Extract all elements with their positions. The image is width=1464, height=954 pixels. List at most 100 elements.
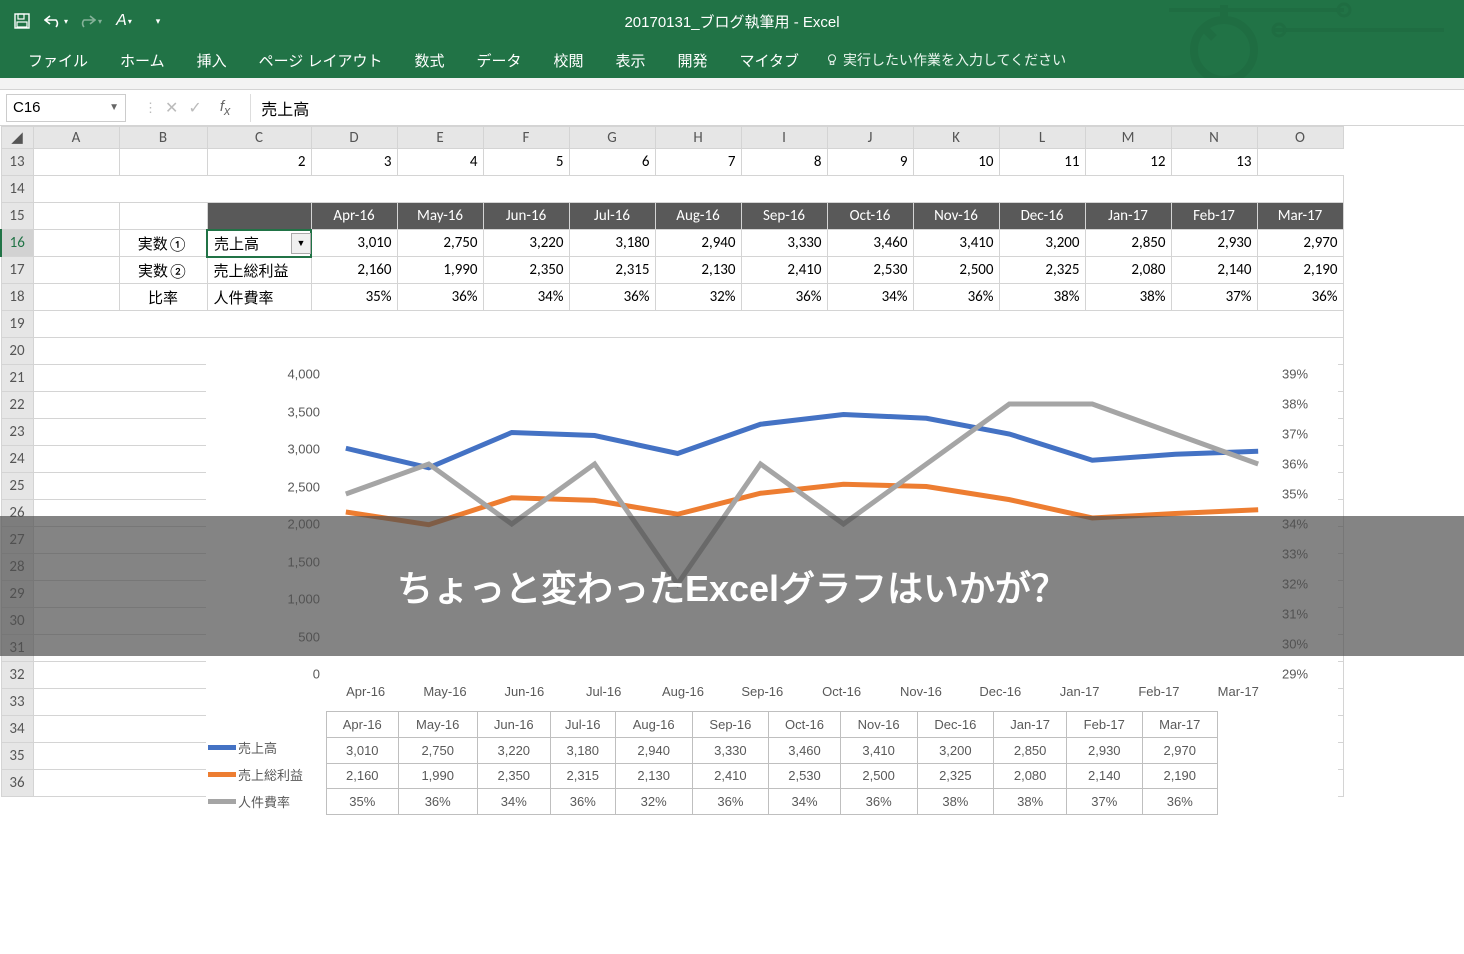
y-right-tick: 36% [1282, 457, 1322, 472]
col-header-E[interactable]: E [397, 127, 483, 149]
x-category: Oct-16 [802, 684, 881, 699]
col-header-C[interactable]: C [207, 127, 311, 149]
tab-developer[interactable]: 開発 [662, 42, 724, 79]
chart-table-cell: 2,160 [327, 763, 399, 789]
row-header-20[interactable]: 20 [1, 338, 33, 365]
row-header-13[interactable]: 13 [1, 149, 33, 176]
x-category: Jun-16 [485, 684, 564, 699]
chart-table-cell: 3,220 [477, 737, 550, 763]
row-header-19[interactable]: 19 [1, 311, 33, 338]
chart-table-cell: 3,330 [692, 737, 769, 763]
row-header-36[interactable]: 36 [1, 770, 33, 797]
dots-icon: ⋮ [144, 100, 155, 116]
tab-insert[interactable]: 挿入 [181, 42, 243, 79]
worksheet-grid[interactable]: ◢ A B C D E F G H I J K L M N O 13 23456… [0, 126, 1464, 797]
tab-home[interactable]: ホーム [104, 42, 181, 79]
cell-C16-selected[interactable]: 売上高▼ [207, 230, 311, 257]
row-18[interactable]: 18 比率人件費率 35%36%34%36%32%36%34%36%38%38%… [1, 284, 1343, 311]
col-header-L[interactable]: L [999, 127, 1085, 149]
quick-access-toolbar: ▾ ▾ A▾ ▾ [8, 7, 172, 35]
col-header-B[interactable]: B [119, 127, 207, 149]
tab-formulas[interactable]: 数式 [398, 42, 460, 79]
col-header-M[interactable]: M [1085, 127, 1171, 149]
chart-table-header: Sep-16 [692, 712, 769, 738]
tab-file[interactable]: ファイル [12, 42, 104, 79]
tell-me-search[interactable]: 実行したい作業を入力してください [825, 50, 1066, 70]
row-header-35[interactable]: 35 [1, 743, 33, 770]
redo-button[interactable]: ▾ [76, 7, 104, 35]
row-header-14[interactable]: 14 [1, 176, 33, 203]
x-category: Mar-17 [1199, 684, 1278, 699]
tell-me-placeholder: 実行したい作業を入力してください [843, 50, 1066, 70]
tab-data[interactable]: データ [460, 42, 537, 79]
row-header-21[interactable]: 21 [1, 365, 33, 392]
legend-item: 売上総利益 [206, 761, 326, 788]
chart-x-axis: Apr-16May-16Jun-16Jul-16Aug-16Sep-16Oct-… [326, 684, 1278, 699]
row-header-17[interactable]: 17 [1, 257, 33, 284]
select-all-button[interactable]: ◢ [1, 127, 33, 149]
chart-table-cell: 3,010 [327, 737, 399, 763]
y-right-tick: 37% [1282, 427, 1322, 442]
row-17[interactable]: 17 実数②売上総利益 2,1601,9902,3502,3152,1302,4… [1, 257, 1343, 284]
tab-mytab[interactable]: マイタブ [724, 42, 815, 79]
col-header-A[interactable]: A [33, 127, 119, 149]
undo-button[interactable]: ▾ [42, 7, 70, 35]
tab-pagelayout[interactable]: ページ レイアウト [243, 42, 399, 79]
row-header-34[interactable]: 34 [1, 716, 33, 743]
row-header-16[interactable]: 16 [1, 230, 33, 257]
title-bar: ▾ ▾ A▾ ▾ 20170131_ブログ執筆用 - Excel [0, 0, 1464, 42]
bulb-icon [825, 53, 839, 67]
save-button[interactable] [8, 7, 36, 35]
chart-table-cell: 2,970 [1142, 737, 1218, 763]
col-header-O[interactable]: O [1257, 127, 1343, 149]
row-header-33[interactable]: 33 [1, 689, 33, 716]
row-13[interactable]: 13 2345678910111213 [1, 149, 1343, 176]
col-header-K[interactable]: K [913, 127, 999, 149]
chart-table-cell: 32% [615, 789, 692, 815]
col-header-F[interactable]: F [483, 127, 569, 149]
row-15[interactable]: 15 Apr-16May-16Jun-16Jul-16Aug-16Sep-16O… [1, 203, 1343, 230]
row-header-15[interactable]: 15 [1, 203, 33, 230]
row-header-23[interactable]: 23 [1, 419, 33, 446]
name-box[interactable]: C16 ▼ [6, 94, 126, 122]
fx-icon[interactable]: fx [212, 98, 238, 118]
qat-customize-button[interactable]: ▾ [144, 7, 172, 35]
row-14[interactable]: 14 [1, 176, 1343, 203]
tab-view[interactable]: 表示 [600, 42, 662, 79]
chart-table-cell: 2,080 [994, 763, 1067, 789]
chart-table-cell: 2,315 [550, 763, 615, 789]
name-box-dropdown-icon[interactable]: ▼ [109, 102, 119, 113]
chart-table-header: Feb-17 [1067, 712, 1142, 738]
formula-input[interactable]: 売上高 [251, 94, 1464, 122]
row-header-25[interactable]: 25 [1, 473, 33, 500]
col-header-N[interactable]: N [1171, 127, 1257, 149]
enter-formula-button[interactable]: ✓ [188, 98, 201, 118]
row-header-18[interactable]: 18 [1, 284, 33, 311]
row-16[interactable]: 16 実数① 売上高▼ 3,0102,7503,2203,1802,9403,3… [1, 230, 1343, 257]
banner-text: ちょっと変わったExcelグラフはいかが？ [397, 560, 1067, 612]
x-category: Jul-16 [564, 684, 643, 699]
x-category: Dec-16 [961, 684, 1040, 699]
overlay-banner: ちょっと変わったExcelグラフはいかが？ [0, 516, 1464, 656]
row-header-32[interactable]: 32 [1, 662, 33, 689]
chart-table-cell: 2,350 [477, 763, 550, 789]
dropdown-button[interactable]: ▼ [291, 233, 311, 254]
col-header-H[interactable]: H [655, 127, 741, 149]
font-clear-button[interactable]: A▾ [110, 7, 138, 35]
col-header-I[interactable]: I [741, 127, 827, 149]
x-category: Apr-16 [326, 684, 405, 699]
window-title: 20170131_ブログ執筆用 - Excel [624, 11, 839, 32]
row-header-24[interactable]: 24 [1, 446, 33, 473]
tab-review[interactable]: 校閲 [538, 42, 600, 79]
chart-table-cell: 2,130 [615, 763, 692, 789]
col-header-J[interactable]: J [827, 127, 913, 149]
chart-table-cell: 2,140 [1067, 763, 1142, 789]
chart-table-cell: 36% [840, 789, 917, 815]
row-header-22[interactable]: 22 [1, 392, 33, 419]
y-right-tick: 35% [1282, 487, 1322, 502]
chart-table-header: Aug-16 [615, 712, 692, 738]
col-header-D[interactable]: D [311, 127, 397, 149]
cancel-formula-button[interactable]: ✕ [165, 98, 178, 118]
col-header-G[interactable]: G [569, 127, 655, 149]
chart-table-cell: 2,750 [398, 737, 477, 763]
